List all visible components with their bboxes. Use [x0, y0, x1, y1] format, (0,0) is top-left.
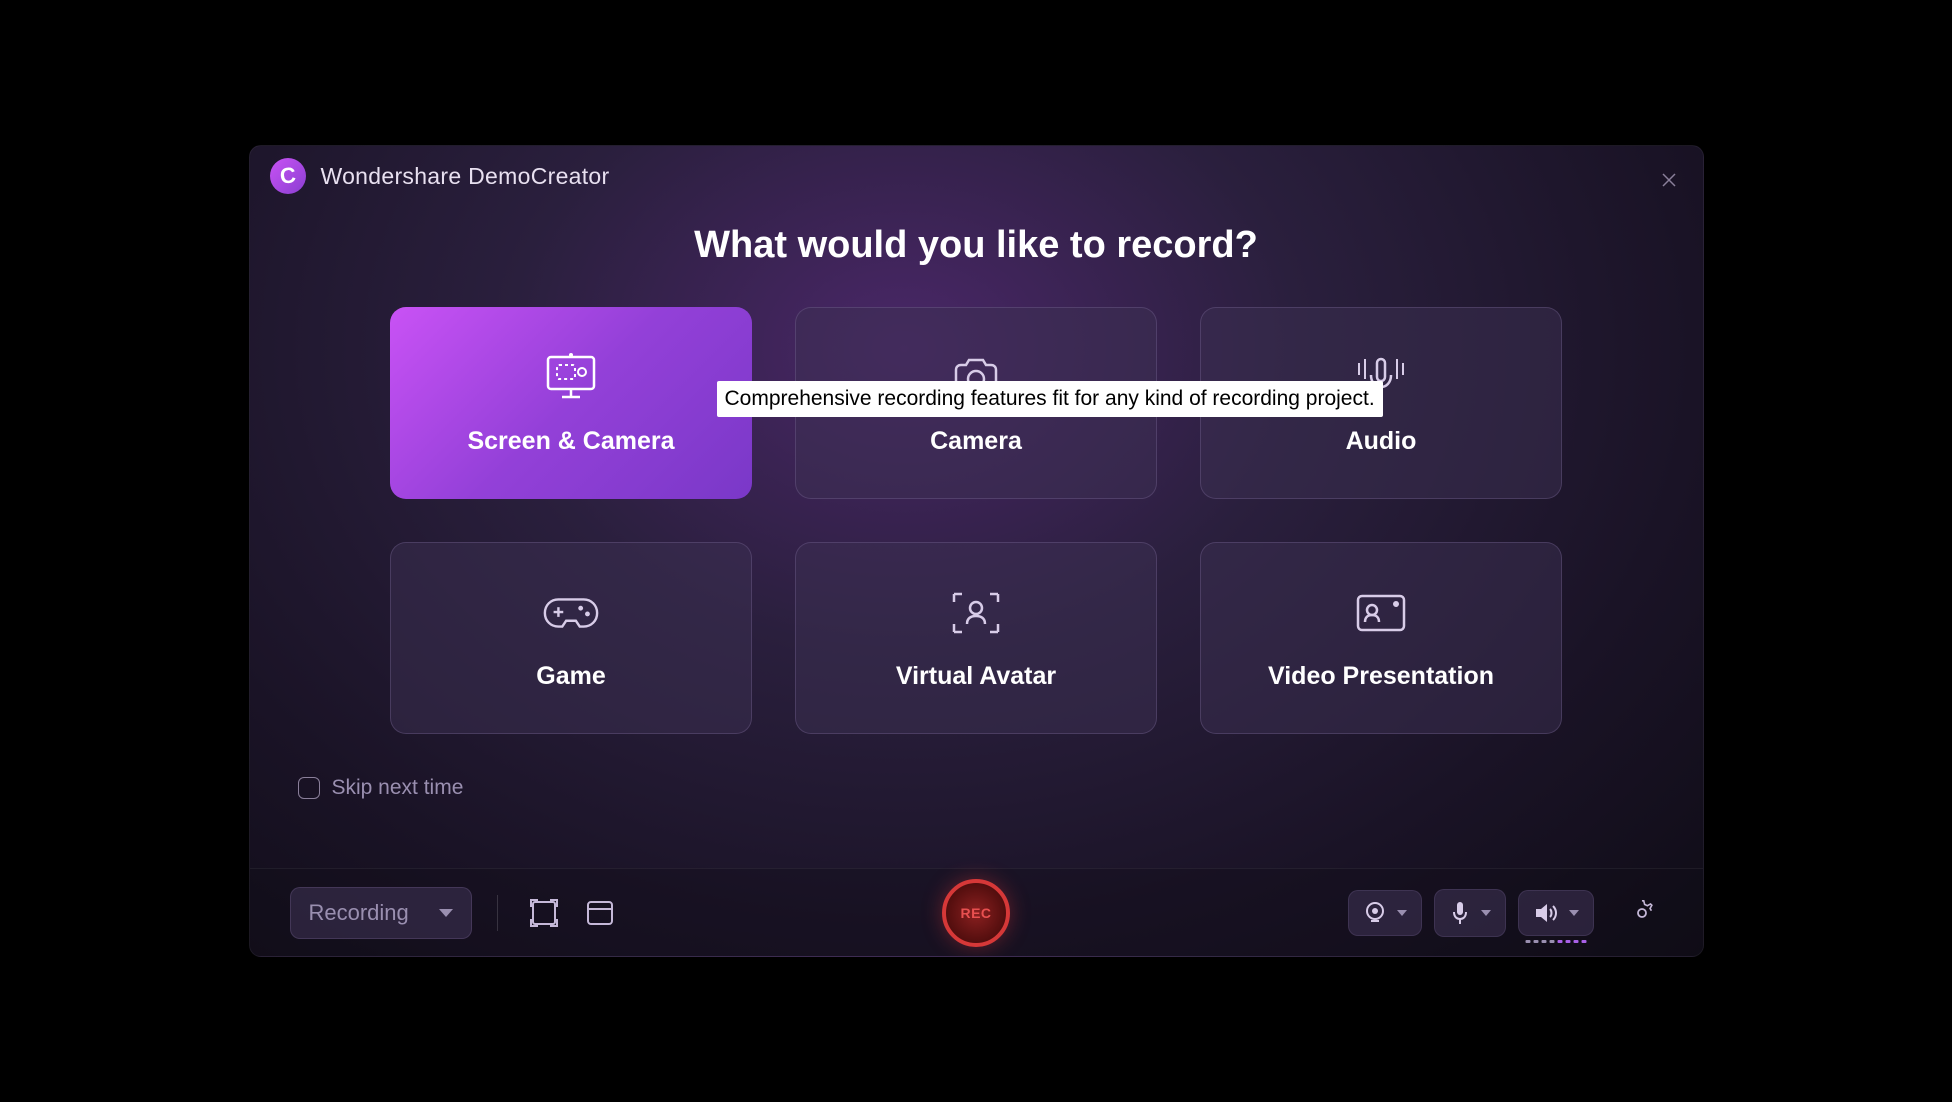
fullscreen-button[interactable] [523, 892, 565, 934]
card-label: Screen & Camera [467, 427, 674, 456]
close-icon [1661, 172, 1677, 188]
page-title: What would you like to record? [250, 224, 1703, 267]
speaker-icon [1533, 901, 1559, 925]
card-label: Virtual Avatar [896, 662, 1056, 691]
option-virtual-avatar[interactable]: Virtual Avatar [795, 542, 1157, 734]
volume-level-indicator [1525, 940, 1586, 943]
tooltip: Comprehensive recording features fit for… [717, 381, 1383, 417]
game-icon [541, 586, 601, 640]
skip-checkbox[interactable] [298, 777, 320, 799]
app-window: Wondershare DemoCreator What would you l… [249, 145, 1704, 957]
titlebar: Wondershare DemoCreator [250, 146, 1703, 206]
card-label: Video Presentation [1268, 662, 1494, 691]
window-icon [585, 899, 615, 927]
recording-options-grid: Screen & Camera Camera [250, 307, 1703, 734]
microphone-icon [1449, 900, 1471, 926]
bottom-toolbar: Recording REC [250, 868, 1703, 956]
virtual-avatar-icon [946, 586, 1006, 640]
option-video-presentation[interactable]: Video Presentation [1200, 542, 1562, 734]
app-logo-icon [270, 158, 306, 194]
option-screen-camera[interactable]: Screen & Camera [390, 307, 752, 499]
window-button[interactable] [579, 892, 621, 934]
screen-camera-icon [541, 351, 601, 405]
record-button[interactable]: REC [942, 879, 1010, 947]
fullscreen-icon [529, 898, 559, 928]
chevron-down-icon [1569, 910, 1579, 916]
card-label: Game [536, 662, 605, 691]
chevron-down-icon [1481, 910, 1491, 916]
webcam-dropdown[interactable] [1348, 890, 1422, 936]
chevron-down-icon [1397, 910, 1407, 916]
chevron-down-icon [439, 909, 453, 917]
webcam-icon [1363, 901, 1387, 925]
mode-dropdown[interactable]: Recording [290, 887, 472, 939]
mode-label: Recording [309, 900, 409, 926]
card-label: Camera [930, 427, 1022, 456]
microphone-dropdown[interactable] [1434, 889, 1506, 937]
close-button[interactable] [1655, 166, 1683, 194]
card-label: Audio [1346, 427, 1417, 456]
divider [497, 895, 498, 931]
gear-icon [1628, 899, 1656, 927]
skip-label: Skip next time [332, 776, 464, 800]
record-label: REC [960, 905, 991, 921]
option-game[interactable]: Game [390, 542, 752, 734]
speaker-dropdown[interactable] [1518, 890, 1594, 936]
video-presentation-icon [1351, 586, 1411, 640]
app-title: Wondershare DemoCreator [321, 163, 610, 190]
right-controls [1348, 889, 1663, 937]
settings-button[interactable] [1621, 892, 1663, 934]
skip-next-time-row: Skip next time [298, 776, 1703, 800]
